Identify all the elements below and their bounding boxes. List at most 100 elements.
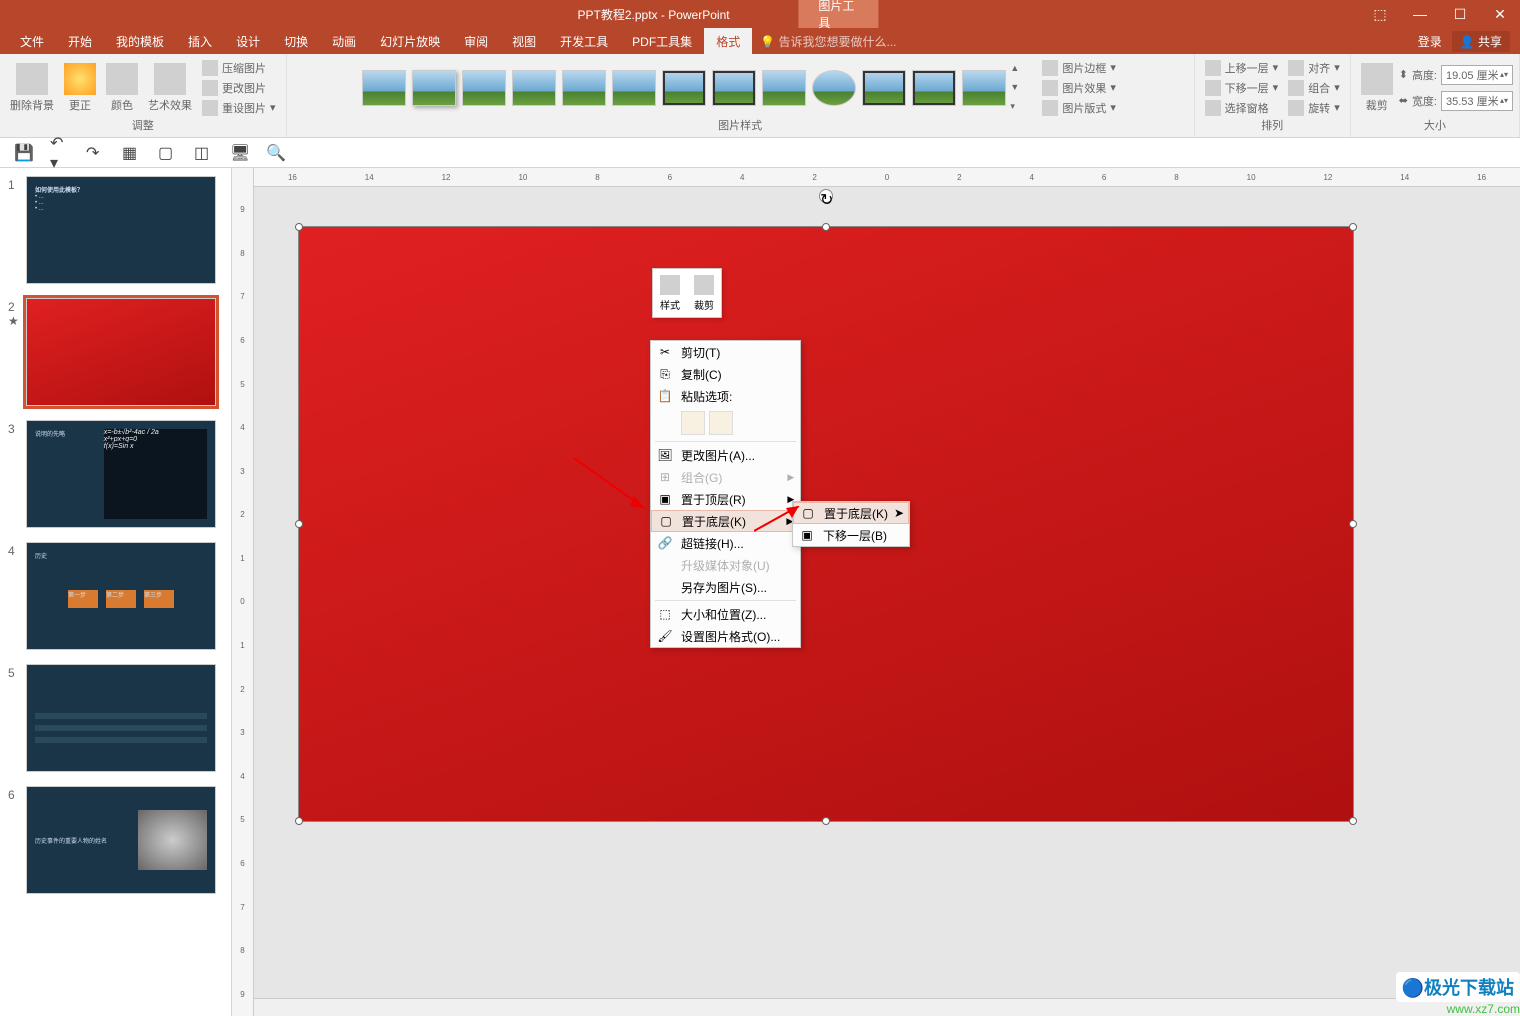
handle-e[interactable] — [1349, 520, 1357, 528]
horizontal-scrollbar[interactable] — [254, 998, 1520, 1016]
tab-format[interactable]: 格式 — [704, 28, 752, 54]
tab-insert[interactable]: 插入 — [176, 28, 224, 54]
picture-layout-button[interactable]: 图片版式 ▾ — [1038, 99, 1120, 117]
qat-btn-5[interactable]: ▢ — [158, 144, 176, 162]
ribbon-options-button[interactable]: ⬚ — [1360, 0, 1400, 28]
picture-effects-button[interactable]: 图片效果 ▾ — [1038, 79, 1120, 97]
width-input[interactable]: 35.53 厘米▴▾ — [1441, 91, 1513, 111]
compress-button[interactable]: 压缩图片 — [198, 59, 280, 77]
tab-animations[interactable]: 动画 — [320, 28, 368, 54]
color-button[interactable]: 颜色 — [102, 61, 142, 115]
tab-slideshow[interactable]: 幻灯片放映 — [368, 28, 452, 54]
corrections-button[interactable]: 更正 — [60, 61, 100, 115]
pic-style-7[interactable] — [662, 70, 706, 106]
ctx-copy[interactable]: ⎘复制(C) — [651, 363, 800, 385]
tab-design[interactable]: 设计 — [224, 28, 272, 54]
crop-button[interactable]: 裁剪 — [1357, 61, 1397, 115]
rotate-handle[interactable]: ↻ — [819, 189, 833, 203]
styles-down-icon[interactable]: ▼ — [1010, 82, 1026, 92]
pic-style-11[interactable] — [862, 70, 906, 106]
tab-pdf[interactable]: PDF工具集 — [620, 28, 704, 54]
ctx-hyperlink-label: 超链接(H)... — [681, 535, 744, 552]
bring-forward-button[interactable]: 上移一层 ▾ — [1201, 59, 1283, 77]
artistic-button[interactable]: 艺术效果 — [144, 61, 196, 115]
tab-home[interactable]: 开始 — [56, 28, 104, 54]
paste-option-1[interactable] — [681, 411, 705, 435]
group-button[interactable]: 组合 ▾ — [1284, 79, 1344, 97]
mini-crop-button[interactable]: 裁剪 — [687, 269, 721, 317]
selection-pane-button[interactable]: 选择窗格 — [1201, 99, 1283, 117]
tell-me-prompt[interactable]: 💡 告诉我您想要做什么... — [760, 33, 896, 50]
handle-w[interactable] — [295, 520, 303, 528]
save-button[interactable]: 💾 — [14, 144, 32, 162]
copy-icon: ⎘ — [657, 366, 673, 382]
pic-style-1[interactable] — [362, 70, 406, 106]
thumb-3[interactable]: 3 说明的先略x=-b±√b²-4ac / 2ax²+px+q=0f(x)=Si… — [8, 420, 223, 528]
tab-view[interactable]: 视图 — [500, 28, 548, 54]
pic-style-8[interactable] — [712, 70, 756, 106]
ctx-size-position[interactable]: ⬚大小和位置(Z)... — [651, 603, 800, 625]
qat-btn-7[interactable]: 🖥 — [230, 144, 248, 162]
tab-transitions[interactable]: 切换 — [272, 28, 320, 54]
ctx-hyperlink[interactable]: 🔗超链接(H)... — [651, 532, 800, 554]
ctx-group: ⊞组合(G)▶ — [651, 466, 800, 488]
handle-n[interactable] — [822, 223, 830, 231]
picture-border-button[interactable]: 图片边框 ▾ — [1038, 59, 1120, 77]
pic-style-5[interactable] — [562, 70, 606, 106]
tab-templates[interactable]: 我的模板 — [104, 28, 176, 54]
maximize-button[interactable]: ☐ — [1440, 0, 1480, 28]
pic-style-13[interactable] — [962, 70, 1006, 106]
qat-btn-6[interactable]: ◫ — [194, 144, 212, 162]
thumb-2[interactable]: 2★ — [8, 298, 223, 406]
remove-background-button[interactable]: 删除背景 — [6, 61, 58, 115]
pic-style-3[interactable] — [462, 70, 506, 106]
share-button[interactable]: 👤 共享 — [1452, 31, 1510, 52]
login-link[interactable]: 登录 — [1418, 33, 1442, 50]
height-input[interactable]: 19.05 厘米▴▾ — [1441, 65, 1513, 85]
undo-button[interactable]: ↶ ▾ — [50, 144, 68, 162]
mini-style-button[interactable]: 样式 — [653, 269, 687, 317]
pic-style-6[interactable] — [612, 70, 656, 106]
align-button[interactable]: 对齐 ▾ — [1284, 59, 1344, 77]
pic-style-12[interactable] — [912, 70, 956, 106]
ctx-cut[interactable]: ✂剪切(T) — [651, 341, 800, 363]
handle-nw[interactable] — [295, 223, 303, 231]
styles-up-icon[interactable]: ▲ — [1010, 63, 1026, 73]
sub-send-backward[interactable]: ▣下移一层(B) — [793, 524, 909, 546]
styles-more-icon[interactable]: ▾ — [1010, 101, 1026, 112]
handle-ne[interactable] — [1349, 223, 1357, 231]
ctx-save-as-picture[interactable]: 另存为图片(S)... — [651, 576, 800, 598]
bring-fwd-label: 上移一层 — [1225, 60, 1269, 76]
close-button[interactable]: ✕ — [1480, 0, 1520, 28]
ctx-change-picture[interactable]: 🖼更改图片(A)... — [651, 444, 800, 466]
rotate-button[interactable]: 旋转 ▾ — [1284, 99, 1344, 117]
ctx-format-picture[interactable]: 🖌设置图片格式(O)... — [651, 625, 800, 647]
thumb-5[interactable]: 5 — [8, 664, 223, 772]
handle-s[interactable] — [822, 817, 830, 825]
handle-sw[interactable] — [295, 817, 303, 825]
reset-picture-button[interactable]: 重设图片 ▾ — [198, 99, 280, 117]
sub-send-to-back[interactable]: ▢置于底层(K)➤ — [793, 502, 909, 524]
handle-se[interactable] — [1349, 817, 1357, 825]
thumb-6[interactable]: 6 历史事件的重要人物的姓名 — [8, 786, 223, 894]
tab-review[interactable]: 审阅 — [452, 28, 500, 54]
minimize-button[interactable]: — — [1400, 0, 1440, 28]
pic-style-10[interactable] — [812, 70, 856, 106]
canvas-area[interactable]: 161412 1086 420 246 81012 1416 ↻ 样式 — [254, 168, 1520, 1016]
qat-btn-8[interactable]: 🔍 — [266, 144, 284, 162]
send-backward-button[interactable]: 下移一层 ▾ — [1201, 79, 1283, 97]
change-picture-button[interactable]: 更改图片 — [198, 79, 280, 97]
paste-option-2[interactable] — [709, 411, 733, 435]
pic-style-9[interactable] — [762, 70, 806, 106]
qat-btn-4[interactable]: ▦ — [122, 144, 140, 162]
tab-developer[interactable]: 开发工具 — [548, 28, 620, 54]
pic-style-2[interactable] — [412, 70, 456, 106]
thumb-1[interactable]: 1 如何使用此模板？• ...• ...• ... — [8, 176, 223, 284]
thumb-4[interactable]: 4 历史第一步第二步第三步 — [8, 542, 223, 650]
tab-file[interactable]: 文件 — [8, 28, 56, 54]
ctx-send-back[interactable]: ▢置于底层(K)▶ — [651, 510, 800, 532]
pic-style-4[interactable] — [512, 70, 556, 106]
slide-thumbnails-panel[interactable]: 1 如何使用此模板？• ...• ...• ... 2★ 3 说明的先略x=-b… — [0, 168, 232, 1016]
redo-button[interactable]: ↷ — [86, 144, 104, 162]
ctx-bring-front[interactable]: ▣置于顶层(R)▶ — [651, 488, 800, 510]
